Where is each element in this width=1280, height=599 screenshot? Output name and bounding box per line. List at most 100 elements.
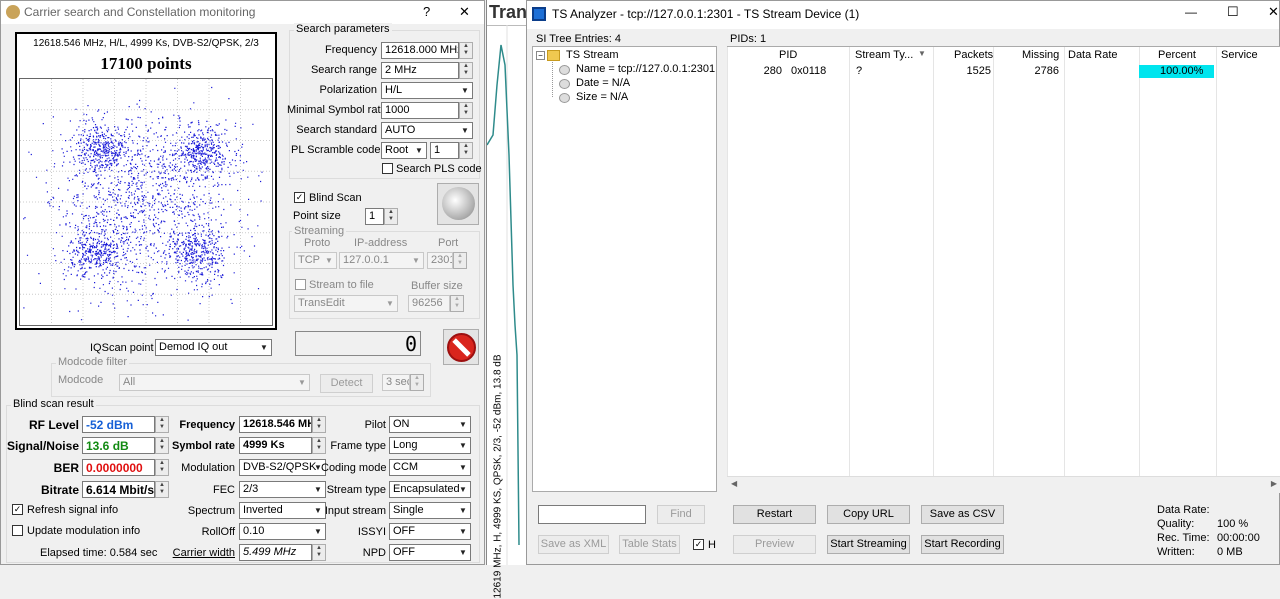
folder-icon	[547, 50, 560, 61]
horizontal-scrollbar[interactable]: ◀ ▶	[727, 476, 1280, 493]
point-size-input[interactable]: 1	[365, 208, 384, 225]
search-pls-checkbox[interactable]	[382, 163, 393, 174]
carrier-width-label[interactable]: Carrier width	[165, 547, 235, 559]
find-input[interactable]	[538, 505, 646, 524]
buffer-size-label: Buffer size	[411, 280, 463, 292]
col-header-percent[interactable]: Percent	[1158, 47, 1196, 64]
col-header-stream-type[interactable]: Stream Ty...	[855, 47, 913, 64]
scroll-right-icon[interactable]: ▶	[1271, 479, 1277, 488]
chevron-down-icon: ▼	[459, 463, 467, 472]
buffer-size-input[interactable]: 96256	[408, 295, 450, 312]
blind-scan-checkbox[interactable]: ✓	[294, 192, 305, 203]
stop-icon	[447, 333, 476, 362]
frequency-spinner[interactable]: ▲ ▼	[459, 42, 473, 59]
save-as-xml-button[interactable]: Save as XML	[538, 535, 609, 554]
spectrum-window-fragment: Trans 12619 MHz, H, 4999 KS, QPSK, 2/3, …	[486, 0, 537, 599]
minimize-button[interactable]: —	[1185, 5, 1197, 19]
spectrum-label: Spectrum	[187, 505, 235, 517]
ber-spinner: ▲ ▼	[155, 459, 169, 476]
modcode-select[interactable]: All	[119, 374, 310, 391]
preview-button[interactable]: Preview	[733, 535, 816, 554]
table-stats-button[interactable]: Table Stats	[619, 535, 680, 554]
table-row[interactable]: 280 0x0118 ? 1525 2786 100.00%	[727, 65, 1280, 79]
constellation-plot	[19, 78, 273, 326]
col-header-data-rate[interactable]: Data Rate	[1068, 47, 1118, 64]
start-recording-button[interactable]: Start Recording	[921, 535, 1004, 554]
status-data-rate-label: Data Rate:	[1157, 504, 1210, 516]
constellation-panel: 12618.546 MHz, H/L, 4999 Ks, DVB-S2/QPSK…	[15, 32, 277, 330]
status-rec-time-label: Rec. Time:	[1157, 532, 1210, 544]
stream-to-file-label: Stream to file	[309, 279, 374, 291]
cell-packets: 1525	[966, 65, 991, 77]
buffer-size-spinner[interactable]: ▲ ▼	[450, 295, 464, 312]
restart-button[interactable]: Restart	[733, 505, 816, 524]
detect-seconds-spinner[interactable]: ▲ ▼	[410, 374, 424, 391]
pid-table: PID Stream Ty... ▼ Packets Missing Data …	[727, 46, 1280, 476]
rf-level-label: RF Level	[28, 418, 79, 432]
search-range-label: Search range	[310, 64, 377, 76]
detect-seconds-input[interactable]: 3 sec	[382, 374, 410, 391]
point-size-label: Point size	[293, 210, 341, 222]
blind-scan-label: Blind Scan	[309, 192, 362, 204]
port-label: Port	[438, 237, 459, 249]
status-written-label: Written:	[1157, 546, 1195, 558]
update-modulation-checkbox[interactable]	[12, 525, 23, 536]
cell-stream-type: ?	[856, 65, 863, 77]
constellation-canvas	[20, 79, 272, 325]
search-range-spinner[interactable]: ▲ ▼	[459, 62, 473, 79]
sort-chevron-icon: ▼	[918, 49, 926, 58]
col-header-service[interactable]: Service	[1221, 47, 1258, 64]
refresh-signal-checkbox[interactable]: ✓	[12, 504, 23, 515]
stop-button[interactable]	[443, 329, 479, 365]
min-symbol-rate-input[interactable]: 1000	[381, 102, 459, 119]
close-button[interactable]: ✕	[459, 4, 470, 20]
start-streaming-button[interactable]: Start Streaming	[827, 535, 910, 554]
copy-url-button[interactable]: Copy URL	[827, 505, 910, 524]
status-rec-time-value: 00:00:00	[1217, 532, 1260, 544]
satellite-icon	[6, 5, 20, 19]
pl-scramble-code-input[interactable]: 1	[430, 142, 459, 159]
scan-start-button[interactable]	[437, 183, 479, 225]
npd-label: NPD	[362, 547, 386, 559]
col-header-missing[interactable]: Missing	[1022, 47, 1059, 64]
constellation-info: 12618.546 MHz, H/L, 4999 Ks, DVB-S2/QPSK…	[33, 38, 259, 49]
tree-child-name[interactable]: Name = tcp://127.0.0.1:2301	[576, 63, 715, 75]
port-spinner[interactable]: ▲ ▼	[453, 252, 467, 269]
iqscan-select[interactable]: Demod IQ out	[155, 339, 272, 356]
tree-child-date[interactable]: Date = N/A	[576, 77, 630, 89]
carrier-width-value: 5.499 MHz	[239, 544, 312, 561]
maximize-button[interactable]: ☐	[1227, 4, 1239, 20]
port-input[interactable]: 2301	[427, 252, 453, 269]
symbol-rate-value: 4999 Ks	[239, 437, 312, 454]
search-range-input[interactable]: 2 MHz	[381, 62, 459, 79]
chevron-down-icon: ▼	[412, 256, 420, 265]
pilot-label: Pilot	[364, 419, 386, 431]
stream-to-file-checkbox[interactable]	[295, 279, 306, 290]
tree-collapse-toggle[interactable]: −	[536, 51, 545, 60]
cell-missing: 2786	[1034, 65, 1059, 77]
point-size-spinner[interactable]: ▲ ▼	[384, 208, 398, 225]
pids-header: PIDs: 1	[730, 33, 767, 45]
title-bar: TS Analyzer - tcp://127.0.0.1:2301 - TS …	[527, 1, 1279, 29]
chevron-down-icon: ▼	[386, 299, 394, 308]
detect-button[interactable]: Detect	[320, 374, 373, 393]
si-tree-panel: − TS Stream Name = tcp://127.0.0.1:2301 …	[532, 46, 717, 492]
carrier-search-window: Carrier search and Constellation monitor…	[0, 0, 485, 565]
close-button[interactable]: ✕	[1268, 4, 1279, 20]
help-button[interactable]: ?	[423, 4, 430, 19]
status-quality-value: 100 %	[1217, 518, 1249, 530]
min-symbol-rate-spinner[interactable]: ▲ ▼	[459, 102, 473, 119]
save-as-csv-button[interactable]: Save as CSV	[921, 505, 1004, 524]
col-header-packets[interactable]: Packets	[954, 47, 993, 64]
elapsed-time: Elapsed time: 0.584 sec	[40, 547, 158, 559]
tree-root[interactable]: TS Stream	[566, 49, 619, 61]
pl-scramble-spinner[interactable]: ▲ ▼	[459, 142, 473, 159]
frequency-input[interactable]: 12618.000 MHz	[381, 42, 459, 59]
scroll-left-icon[interactable]: ◀	[731, 479, 737, 488]
h-checkbox[interactable]: ✓	[693, 539, 704, 550]
counter-value: 0	[404, 332, 417, 356]
find-button[interactable]: Find	[657, 505, 705, 524]
col-header-pid[interactable]: PID	[779, 47, 797, 64]
tree-child-size[interactable]: Size = N/A	[576, 91, 628, 103]
leaf-icon	[559, 93, 570, 103]
